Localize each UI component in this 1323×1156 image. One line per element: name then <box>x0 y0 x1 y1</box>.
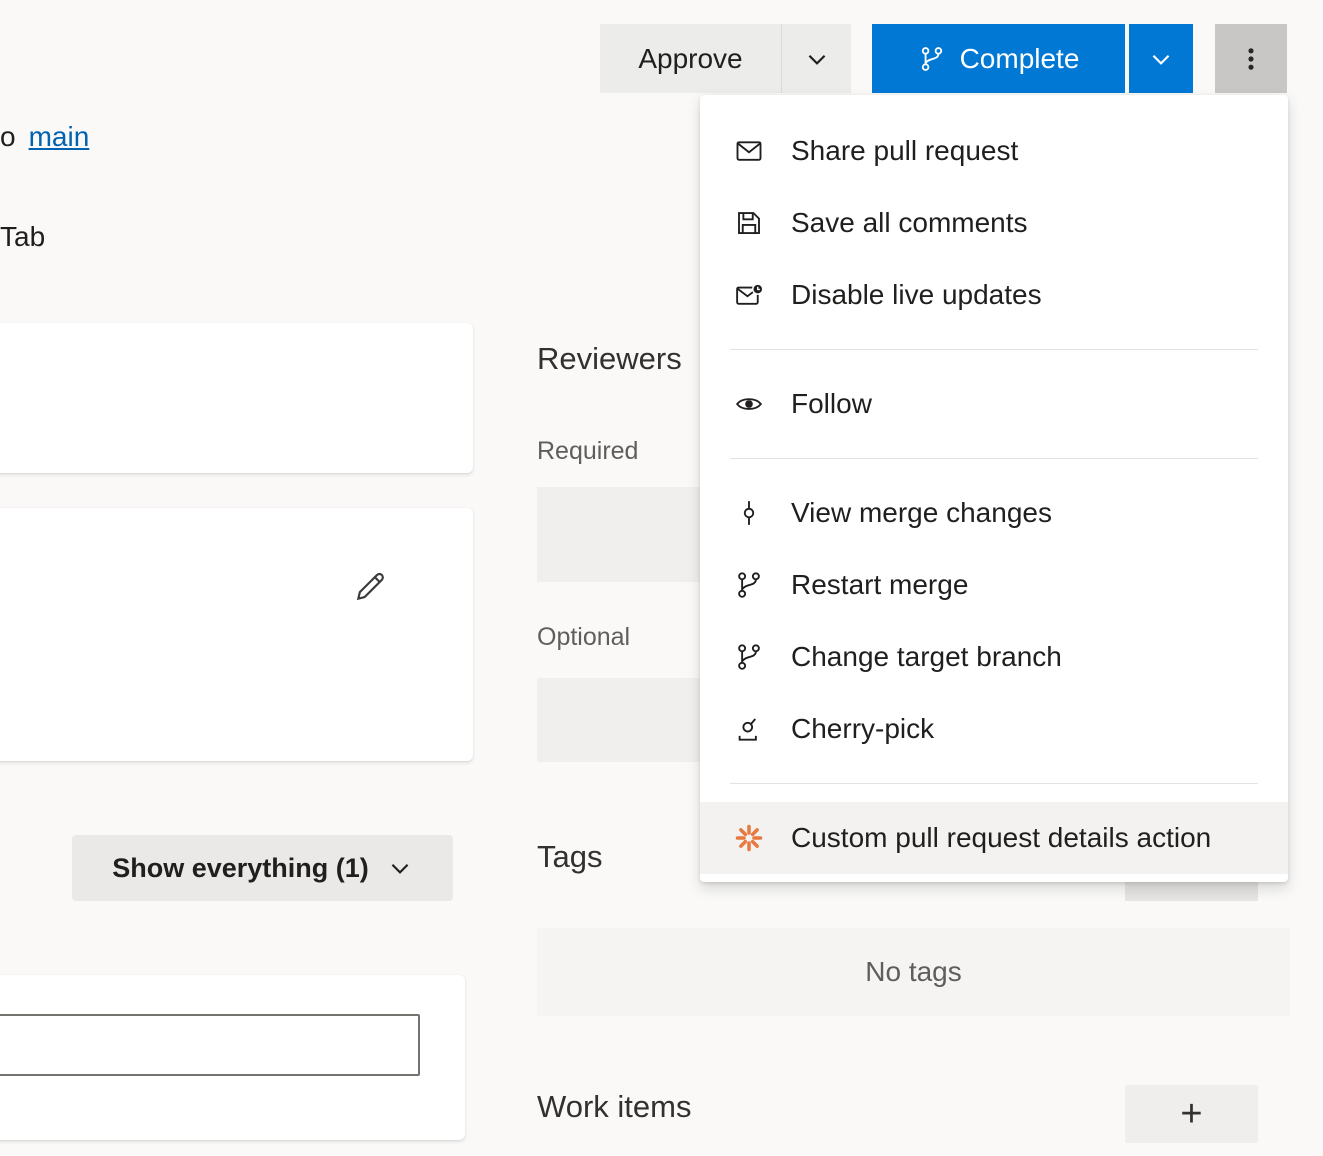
cherry-pick-icon <box>733 713 765 745</box>
pull-request-details-page: Approve Complete omain Tab Show everythi… <box>0 0 1323 1156</box>
complete-button-label: Complete <box>960 43 1080 75</box>
menu-item-view-merge-changes[interactable]: View merge changes <box>700 477 1288 549</box>
tags-heading: Tags <box>537 839 602 875</box>
reviewers-heading: Reviewers <box>537 341 682 377</box>
add-work-item-button[interactable]: + <box>1125 1085 1258 1143</box>
description-card <box>0 508 473 761</box>
menu-item-label: Follow <box>791 388 872 420</box>
required-reviewers-label: Required <box>537 437 638 466</box>
commit-icon <box>733 497 765 529</box>
approve-dropdown-button[interactable] <box>781 24 851 93</box>
tab-label: Tab <box>0 221 45 253</box>
more-options-context-menu: Share pull request Save all comments Dis… <box>700 95 1288 882</box>
status-card <box>0 323 473 473</box>
menu-item-custom-pull-request-details-action[interactable]: Custom pull request details action <box>700 802 1288 874</box>
complete-button[interactable]: Complete <box>872 24 1125 93</box>
menu-item-restart-merge[interactable]: Restart merge <box>700 549 1288 621</box>
menu-item-label: Disable live updates <box>791 279 1042 311</box>
more-options-icon <box>1237 45 1265 73</box>
menu-item-cherry-pick[interactable]: Cherry-pick <box>700 693 1288 765</box>
comment-input[interactable] <box>0 1014 420 1076</box>
complete-dropdown-button[interactable] <box>1127 24 1193 93</box>
chevron-down-icon <box>804 46 830 72</box>
no-tags-zero-state: No tags <box>537 928 1290 1016</box>
menu-item-label: Cherry-pick <box>791 713 934 745</box>
menu-divider <box>730 783 1258 784</box>
menu-item-label: Share pull request <box>791 135 1018 167</box>
show-everything-filter-button[interactable]: Show everything (1) <box>72 835 453 901</box>
menu-item-disable-live-updates[interactable]: Disable live updates <box>700 259 1288 331</box>
approve-button[interactable]: Approve <box>600 24 781 93</box>
chevron-down-icon <box>1148 46 1174 72</box>
save-icon <box>733 207 765 239</box>
branch-icon <box>733 641 765 673</box>
menu-item-label: Custom pull request details action <box>791 822 1211 854</box>
menu-item-label: Save all comments <box>791 207 1028 239</box>
breadcrumb: omain <box>0 121 89 153</box>
menu-item-label: View merge changes <box>791 497 1052 529</box>
menu-item-share-pull-request[interactable]: Share pull request <box>700 115 1288 187</box>
menu-item-label: Change target branch <box>791 641 1062 673</box>
branch-icon <box>918 45 946 73</box>
follow-eye-icon <box>733 388 765 420</box>
mail-live-updates-icon <box>733 279 765 311</box>
menu-divider <box>730 349 1258 350</box>
menu-item-change-target-branch[interactable]: Change target branch <box>700 621 1288 693</box>
more-options-button[interactable] <box>1215 24 1287 93</box>
edit-description-button[interactable] <box>348 566 392 610</box>
custom-action-icon <box>733 822 765 854</box>
chevron-down-icon <box>387 855 413 881</box>
branch-icon <box>733 569 765 601</box>
pencil-icon <box>350 567 390 607</box>
menu-item-save-all-comments[interactable]: Save all comments <box>700 187 1288 259</box>
optional-reviewers-label: Optional <box>537 623 630 652</box>
menu-item-follow[interactable]: Follow <box>700 368 1288 440</box>
breadcrumb-prefix: o <box>0 121 16 152</box>
mail-icon <box>733 135 765 167</box>
work-items-heading: Work items <box>537 1089 691 1125</box>
plus-icon: + <box>1180 1095 1202 1133</box>
no-tags-text: No tags <box>865 956 962 988</box>
show-everything-label: Show everything (1) <box>112 853 369 884</box>
target-branch-link[interactable]: main <box>29 121 90 152</box>
menu-divider <box>730 458 1258 459</box>
menu-item-label: Restart merge <box>791 569 968 601</box>
